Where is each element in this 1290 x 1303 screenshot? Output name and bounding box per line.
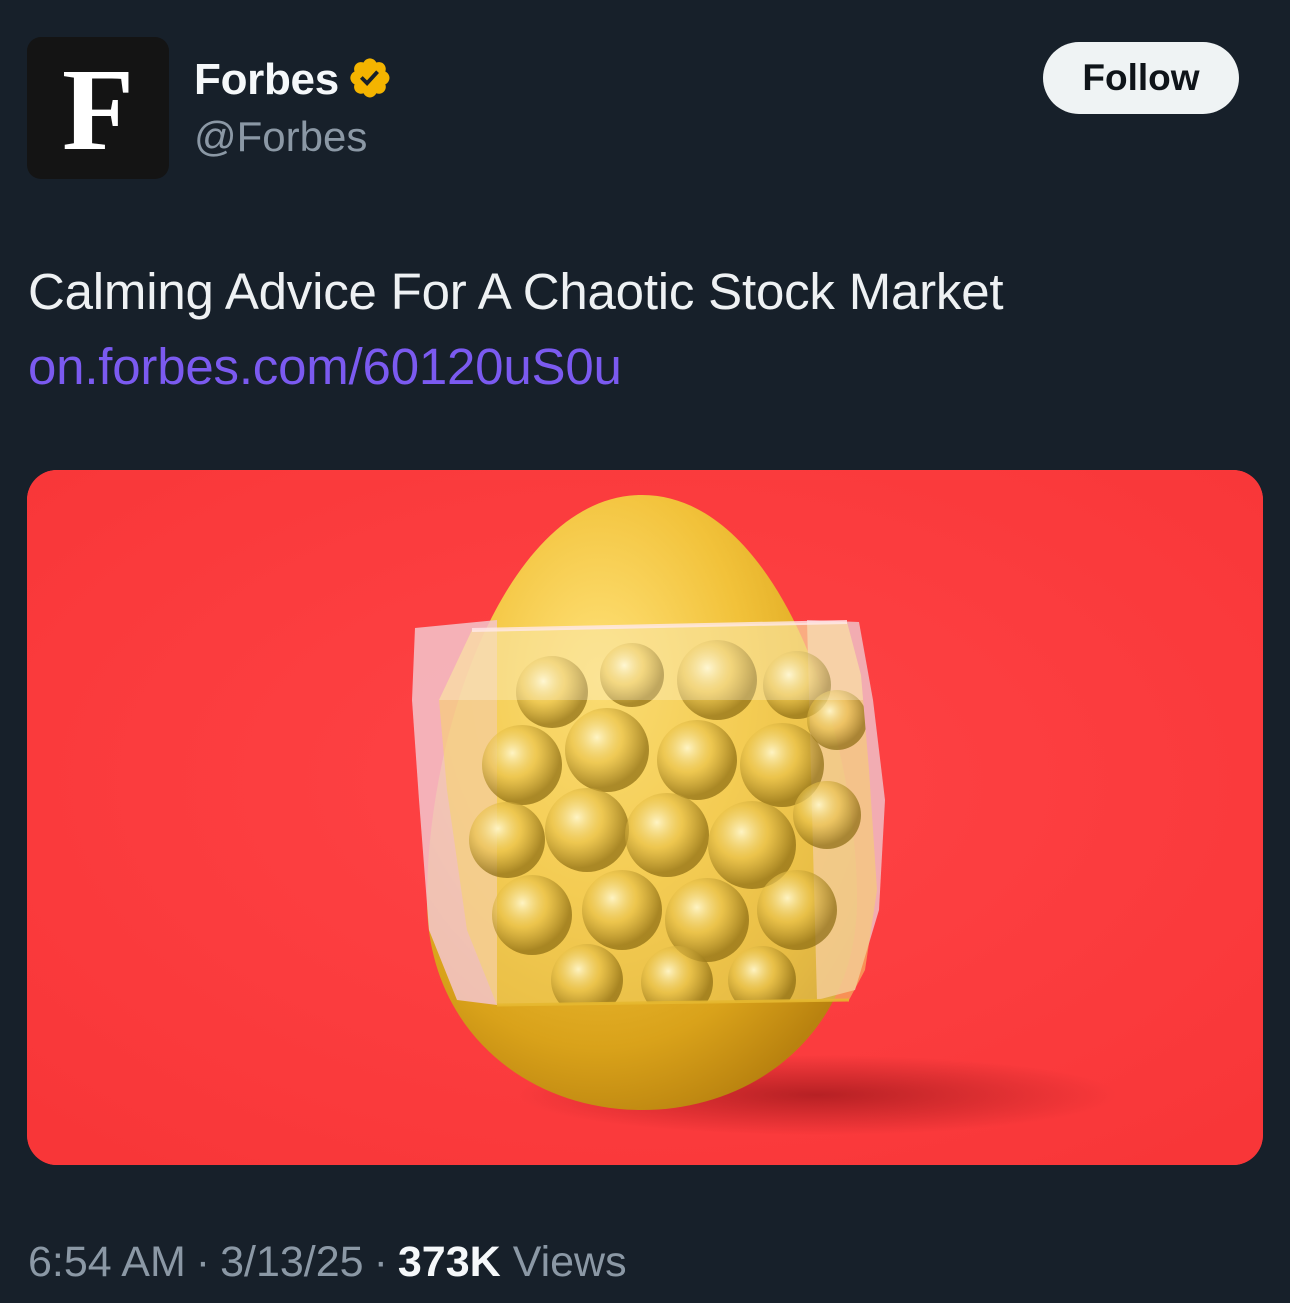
meta-separator: · <box>373 1238 388 1286</box>
views-count: 373K <box>397 1238 501 1286</box>
author-handle[interactable]: @Forbes <box>194 113 367 161</box>
verified-badge-icon <box>350 58 390 98</box>
media-image[interactable] <box>27 470 1263 1165</box>
meta-separator: · <box>195 1238 211 1286</box>
views-label: Views <box>512 1238 627 1286</box>
tweet-date[interactable]: 3/13/25 <box>220 1238 363 1287</box>
forbes-logo-letter: F <box>61 44 135 175</box>
golden-egg-illustration <box>27 470 1263 1165</box>
author-name-row: Forbes <box>194 52 397 108</box>
tweet-time[interactable]: 6:54 AM <box>28 1238 186 1287</box>
avatar[interactable]: F <box>27 37 169 179</box>
tweet-link[interactable]: on.forbes.com/60120uS0u <box>28 337 622 396</box>
tweet-meta: 6:54 AM · 3/13/25 · 373K Views <box>28 1238 627 1287</box>
tweet: F Forbes @Forbes Follow Calming Advice F… <box>0 0 1290 1303</box>
tweet-text: Calming Advice For A Chaotic Stock Marke… <box>28 263 1004 320</box>
follow-button[interactable]: Follow <box>1043 42 1239 114</box>
author-display-name[interactable]: Forbes <box>194 55 339 105</box>
